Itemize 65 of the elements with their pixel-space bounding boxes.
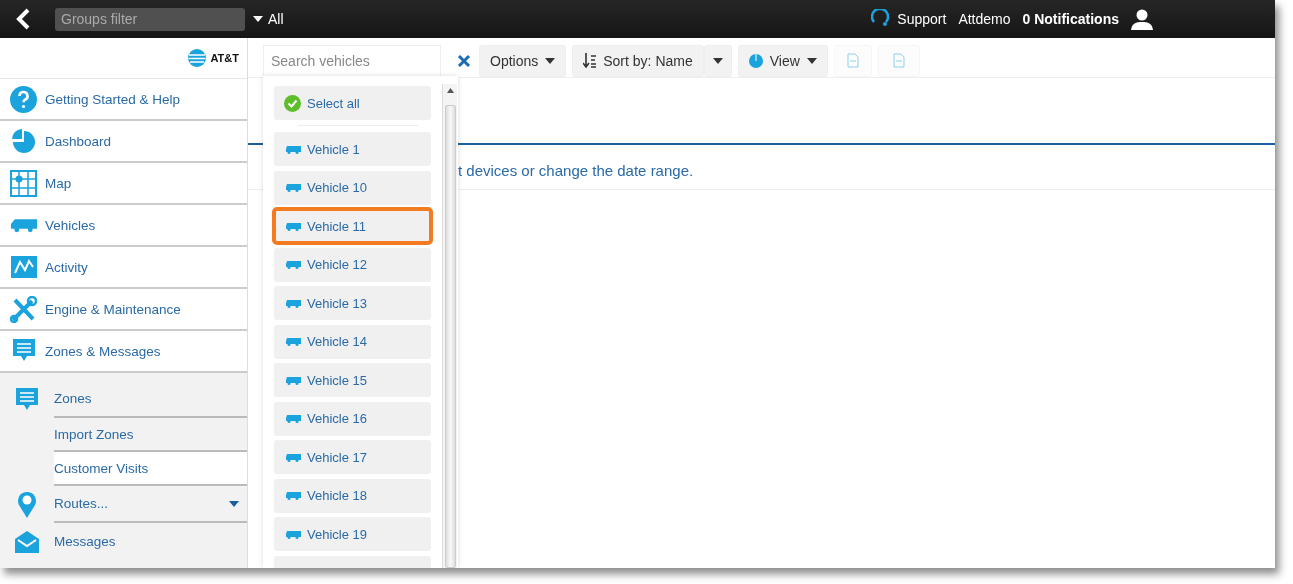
vehicle-item[interactable]: Vehicle 16 — [274, 401, 431, 436]
notifications-link[interactable]: 0 Notifications — [1022, 11, 1119, 27]
sort-button[interactable]: Sort by: Name — [572, 44, 704, 77]
vehicle-item[interactable]: Vehicle 13 — [274, 286, 431, 320]
vehicle-item[interactable]: Vehicle 12 — [274, 247, 431, 282]
globe-logo-icon — [188, 49, 207, 67]
tools-icon — [10, 295, 37, 323]
select-all-button[interactable]: Select all — [274, 86, 431, 120]
search-field[interactable]: Search vehicles — [263, 44, 441, 77]
truck-icon — [284, 260, 301, 269]
user-icon — [1131, 8, 1153, 30]
vehicle-item[interactable]: Vehicle 15 — [274, 363, 431, 397]
pie-chart-icon — [10, 128, 37, 154]
groups-filter-field[interactable]: Groups filter — [55, 7, 245, 31]
truck-icon — [284, 298, 301, 308]
caret-icon — [806, 57, 817, 64]
help-icon — [10, 85, 37, 113]
submenu-item[interactable]: Routes... — [54, 486, 247, 523]
envelope-icon — [14, 529, 40, 554]
map-pin-icon — [17, 491, 37, 518]
scroll-up-icon — [446, 88, 454, 93]
clear-icon[interactable] — [457, 53, 471, 68]
truck-icon — [284, 183, 301, 192]
truck-icon — [284, 452, 301, 462]
vehicle-item[interactable]: Vehicle 11 — [274, 209, 431, 243]
caret-icon — [229, 500, 239, 507]
pdf-file-icon — [846, 53, 859, 68]
submenu-item[interactable]: Customer Visits — [54, 452, 247, 486]
empty-message: t devices or change the date range. — [458, 162, 694, 179]
activity-icon — [10, 256, 37, 278]
sort-icon — [583, 53, 597, 68]
truck-icon — [284, 529, 301, 539]
vehicle-item[interactable]: Vehicle 10 — [274, 170, 431, 205]
truck-icon — [284, 414, 301, 423]
submenu-item[interactable]: Messages — [54, 523, 247, 560]
pie-chart-icon — [748, 53, 763, 68]
vehicle-item[interactable]: Vehicle 17 — [274, 440, 431, 474]
vehicle-item[interactable]: Vehicle 1 — [274, 132, 431, 166]
scrollbar[interactable] — [442, 84, 457, 568]
truck-icon — [284, 375, 301, 385]
truck-icon — [284, 337, 301, 346]
scrollbar-thumb[interactable] — [444, 105, 456, 568]
submenu-item[interactable]: Zones — [54, 381, 247, 418]
brand-logo: AT&T — [210, 52, 239, 64]
map-icon — [10, 169, 37, 197]
truck-icon — [10, 217, 37, 233]
truck-icon — [284, 491, 301, 500]
group-selector[interactable]: All — [253, 11, 284, 27]
truck-icon — [284, 221, 301, 231]
top-link[interactable]: Support — [897, 11, 947, 27]
vehicle-item[interactable]: Vehicle 19 — [274, 517, 431, 551]
options-button[interactable]: Options — [479, 44, 567, 77]
vehicle-item[interactable]: Vehicle 18 — [274, 478, 431, 513]
headset-icon — [871, 9, 890, 29]
sort-menu-button[interactable] — [703, 44, 732, 77]
caret-icon — [712, 57, 723, 64]
back-icon[interactable] — [14, 8, 32, 30]
spreadsheet-file-icon — [892, 53, 905, 68]
top-link[interactable]: Attdemo — [958, 11, 1011, 27]
view-button[interactable]: View — [737, 44, 828, 77]
truck-icon — [284, 144, 301, 154]
caret-icon — [253, 16, 263, 22]
vehicle-item[interactable]: Vehicle 14 — [274, 324, 431, 359]
check-icon — [284, 94, 301, 112]
caret-icon — [545, 57, 556, 64]
